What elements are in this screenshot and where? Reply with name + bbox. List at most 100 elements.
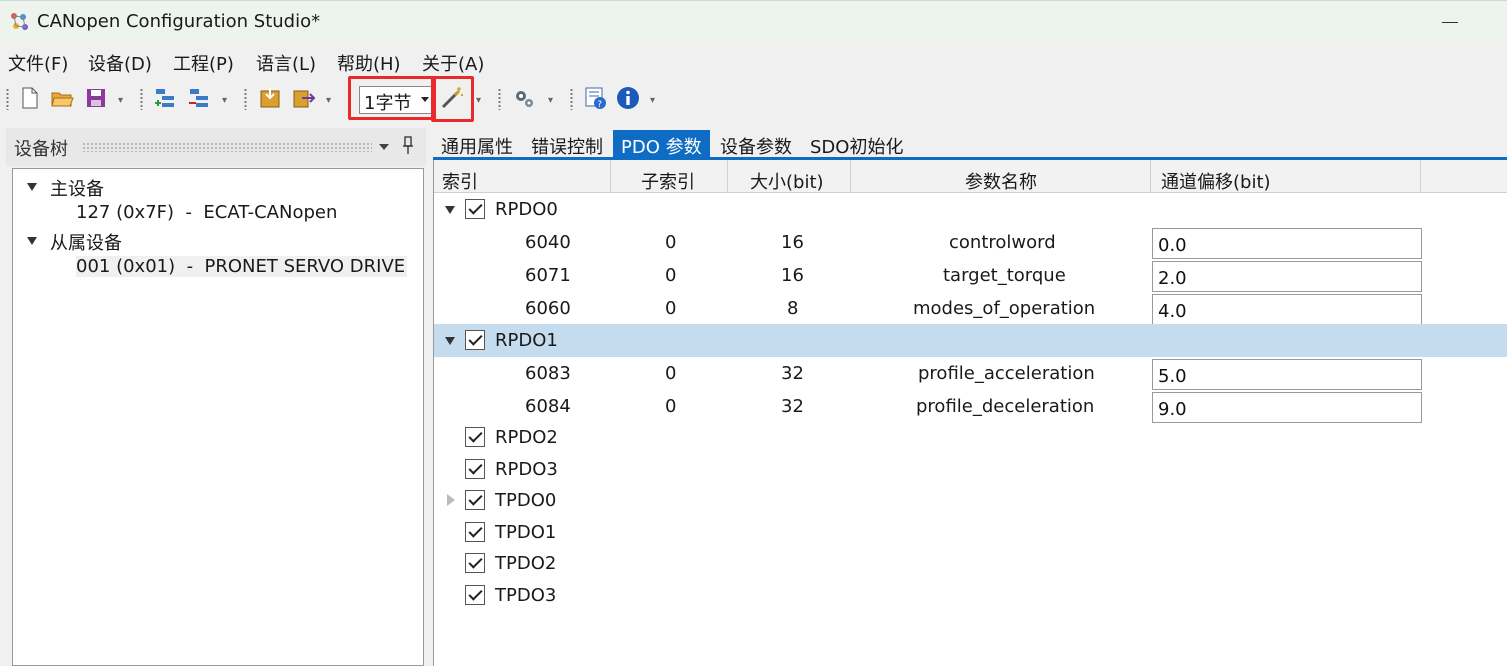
table-row[interactable]: 6084 0 32 profile_deceleration (434, 390, 1507, 423)
toolbar-grip[interactable] (244, 88, 247, 110)
expand-icon[interactable] (27, 237, 37, 245)
file-dropdown-icon[interactable]: ▾ (326, 96, 334, 106)
cell-subindex: 0 (665, 265, 677, 286)
window-title: CANopen Configuration Studio* (37, 11, 321, 32)
cell-size: 8 (787, 298, 799, 319)
checkbox[interactable] (465, 585, 485, 605)
pdo-grid: 索引 子索引 大小(bit) 参数名称 通道偏移(bit) RPDO0 6040… (433, 160, 1507, 666)
table-row[interactable]: TPDO3 (434, 579, 1507, 612)
offset-input[interactable] (1152, 228, 1422, 259)
menu-about[interactable]: 关于(A) (422, 50, 484, 76)
checkbox[interactable] (465, 459, 485, 479)
table-row[interactable]: RPDO3 (434, 453, 1507, 486)
menu-help[interactable]: 帮助(H) (337, 50, 401, 76)
settings-gears-icon[interactable] (512, 86, 536, 110)
toolbar-grip[interactable] (140, 88, 143, 110)
expand-icon[interactable] (445, 337, 455, 345)
offset-input[interactable] (1152, 294, 1422, 325)
cell-index: 6083 (525, 363, 571, 384)
checkbox[interactable] (465, 553, 485, 573)
column-header-size[interactable]: 大小(bit) (728, 160, 851, 193)
menu-file[interactable]: 文件(F) (8, 50, 68, 76)
table-row[interactable]: TPDO2 (434, 547, 1507, 580)
table-row[interactable]: 6071 0 16 target_torque (434, 259, 1507, 292)
cell-size: 16 (781, 232, 804, 253)
cell-param-name: profile_deceleration (916, 396, 1095, 417)
column-header-subindex[interactable]: 子索引 (611, 160, 728, 193)
cell-param-name: target_torque (943, 265, 1066, 286)
column-header-param-name[interactable]: 参数名称 (851, 160, 1151, 193)
device-tree-panel: 设备树 主设备 127 (0x7F) - ECAT-CANopen 从属设备 0… (6, 128, 426, 666)
offset-input[interactable] (1152, 359, 1422, 390)
toolbar-grip[interactable] (6, 88, 9, 110)
pin-icon[interactable] (402, 136, 416, 156)
tab-error-control[interactable]: 错误控制 (523, 130, 611, 158)
menu-language[interactable]: 语言(L) (256, 50, 316, 76)
expand-icon[interactable] (445, 206, 455, 214)
info-icon[interactable] (616, 86, 640, 110)
checkbox[interactable] (465, 427, 485, 447)
remove-device-icon[interactable] (188, 86, 212, 110)
cell-index: 6084 (525, 396, 571, 417)
table-row[interactable]: RPDO0 (434, 193, 1507, 226)
minimize-button[interactable] (1440, 11, 1462, 33)
cell-size: 32 (781, 363, 804, 384)
save-dropdown-icon[interactable]: ▾ (118, 96, 126, 106)
column-header-index[interactable]: 索引 (434, 160, 611, 193)
table-row[interactable]: RPDO1 (434, 324, 1507, 357)
cell-param-name: controlword (949, 232, 1056, 253)
import-icon[interactable] (258, 86, 282, 110)
column-header-offset[interactable]: 通道偏移(bit) (1151, 160, 1421, 193)
pdo-group-label: RPDO0 (495, 199, 558, 220)
help-dropdown-icon[interactable]: ▾ (650, 96, 658, 106)
menu-project[interactable]: 工程(P) (173, 50, 234, 76)
app-logo-icon (11, 13, 28, 30)
new-file-icon[interactable] (18, 86, 42, 110)
settings-dropdown-icon[interactable]: ▾ (548, 96, 556, 106)
tree-node-master[interactable]: 主设备 (50, 175, 104, 201)
export-icon[interactable] (292, 86, 316, 110)
table-row[interactable]: TPDO1 (434, 516, 1507, 549)
menu-device[interactable]: 设备(D) (88, 50, 152, 76)
wand-dropdown-icon[interactable]: ▾ (476, 96, 484, 106)
panel-header: 设备树 (6, 128, 426, 166)
checkbox[interactable] (465, 199, 485, 219)
cell-subindex: 0 (665, 396, 677, 417)
expand-icon[interactable] (27, 183, 37, 191)
checkbox[interactable] (465, 522, 485, 542)
offset-input[interactable] (1152, 392, 1422, 423)
toolbar-grip[interactable] (570, 88, 573, 110)
panel-drag-handle[interactable] (82, 142, 372, 152)
device-dropdown-icon[interactable]: ▾ (222, 96, 230, 106)
cell-index: 6060 (525, 298, 571, 319)
pdo-group-label: RPDO1 (495, 330, 558, 351)
svg-text:?: ? (597, 100, 602, 110)
tree-node-master-device[interactable]: 127 (0x7F) - ECAT-CANopen (76, 202, 337, 223)
checkbox[interactable] (465, 490, 485, 510)
help-icon[interactable]: ? (584, 86, 608, 110)
tab-pdo[interactable]: PDO 参数 (613, 130, 710, 158)
tab-general[interactable]: 通用属性 (433, 130, 521, 158)
cell-size: 16 (781, 265, 804, 286)
pdo-group-label: TPDO0 (495, 490, 557, 511)
add-device-icon[interactable] (154, 86, 178, 110)
checkbox[interactable] (465, 330, 485, 350)
save-icon[interactable] (84, 86, 108, 110)
tab-device-params[interactable]: 设备参数 (712, 130, 800, 158)
table-row[interactable]: TPDO0 (434, 484, 1507, 517)
table-row[interactable]: 6040 0 16 controlword (434, 226, 1507, 259)
open-folder-icon[interactable] (50, 86, 74, 110)
chevron-right-icon[interactable] (447, 494, 455, 506)
offset-input[interactable] (1152, 261, 1422, 292)
panel-menu-icon[interactable] (379, 144, 389, 150)
highlight-box-unit-select (348, 76, 436, 120)
toolbar-grip[interactable] (498, 88, 501, 110)
tree-node-slaves[interactable]: 从属设备 (50, 229, 122, 255)
tree-node-slave-device[interactable]: 001 (0x01) - PRONET SERVO DRIVE (76, 256, 408, 277)
tab-bar: 通用属性 错误控制 PDO 参数 设备参数 SDO初始化 (433, 128, 1507, 158)
table-row[interactable]: 6060 0 8 modes_of_operation (434, 292, 1507, 325)
table-row[interactable]: 6083 0 32 profile_acceleration (434, 357, 1507, 390)
tab-sdo-init[interactable]: SDO初始化 (802, 130, 911, 158)
title-bar: CANopen Configuration Studio* (0, 0, 1507, 44)
table-row[interactable]: RPDO2 (434, 421, 1507, 454)
